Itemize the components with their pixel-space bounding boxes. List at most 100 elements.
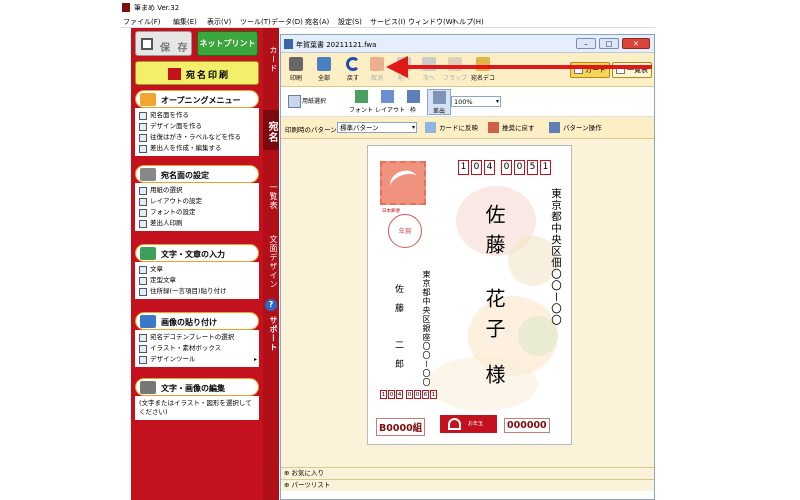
- menu-item-fixed-text[interactable]: 定型文章: [139, 275, 259, 286]
- parts-list-panel-toggle[interactable]: ⊕ パーツリスト: [281, 479, 654, 491]
- card-icon: [139, 220, 147, 228]
- menu-item-sender-print[interactable]: 差出人印刷: [139, 218, 259, 229]
- annotation-arrow: [386, 56, 652, 78]
- maximize-button[interactable]: □: [599, 38, 619, 49]
- menu-item-design-tool[interactable]: デザインツール ▸: [139, 354, 259, 365]
- fan-icon: [448, 418, 461, 430]
- tab-support[interactable]: サポート: [263, 316, 279, 352]
- font-button[interactable]: フォント: [349, 89, 373, 115]
- section-header[interactable]: 宛名面の設定: [135, 165, 259, 183]
- card-icon: [139, 123, 147, 131]
- template-icon: [139, 277, 147, 285]
- menu-item-deco-template[interactable]: 宛名デコテンプレートの選択: [139, 332, 259, 343]
- menu-data[interactable]: データ(D): [271, 17, 303, 27]
- all-button[interactable]: 全部: [311, 56, 337, 84]
- restore-default-button[interactable]: 推奨に戻す: [488, 121, 535, 135]
- menu-item-font[interactable]: フォントの設定: [139, 207, 259, 218]
- document-title: 年賀葉書 20211121.fwa: [296, 41, 377, 49]
- tab-design[interactable]: 文面デザイン: [263, 235, 279, 289]
- left-panel: 保 存 ネットプリント 宛名印刷 オープニングメニュー 宛名面を作る デザイン面…: [131, 28, 263, 500]
- menu-item-make-atena[interactable]: 宛名面を作る: [139, 110, 259, 121]
- tab-card[interactable]: カード: [263, 46, 279, 73]
- undo-button[interactable]: 戻す: [340, 56, 366, 84]
- menu-service[interactable]: サービス(I): [370, 17, 406, 27]
- pattern-toolbar: 印刷時のパターン 標準パターン ▾ カードに反映 推奨に戻す パターン操作: [281, 117, 654, 139]
- tab-atena[interactable]: 宛名: [263, 110, 279, 150]
- postcard[interactable]: 日本郵便 年賀 1 0 4 0 0 5 1 東京都中央区佃〇〇ー〇〇 佐藤 花子…: [367, 145, 572, 445]
- favorites-label: お気に入り: [291, 469, 325, 477]
- atena-print-button[interactable]: 宛名印刷: [135, 61, 259, 85]
- section-header[interactable]: オープニングメニュー: [135, 90, 259, 108]
- sender-zip-digit: 1: [430, 390, 437, 399]
- menu-edit[interactable]: 編集(E): [173, 17, 197, 27]
- expand-icon: ⊕: [284, 469, 290, 477]
- pattern-ops-icon: [549, 122, 560, 133]
- print-button[interactable]: 印刷: [283, 56, 309, 84]
- tab-list[interactable]: 一覧表: [263, 183, 279, 210]
- minimize-button[interactable]: –: [576, 38, 596, 49]
- palette-icon: [139, 356, 147, 364]
- item-label: 差出人を作成・編集する: [150, 144, 222, 152]
- zoom-select[interactable]: 100% ▾: [451, 96, 501, 107]
- menu-atena[interactable]: 宛名(A): [305, 17, 329, 27]
- item-label: 定型文章: [150, 276, 176, 284]
- chevron-down-icon: ▾: [411, 124, 415, 131]
- illust-icon: [139, 345, 147, 353]
- stamp-caption: 日本郵便: [382, 209, 400, 214]
- favorites-panel-toggle[interactable]: ⊕ お気に入り: [281, 467, 654, 479]
- btn-label: パターン操作: [563, 124, 602, 132]
- layout-button[interactable]: レイアウト: [375, 89, 405, 115]
- menu-window[interactable]: ウィンドウ(W): [408, 17, 455, 27]
- menu-tools[interactable]: ツール(T): [240, 17, 271, 27]
- close-button[interactable]: ✕: [622, 38, 650, 49]
- section-header[interactable]: 文字・文章の入力: [135, 244, 259, 262]
- menu-item-paper[interactable]: 用紙の選択: [139, 185, 259, 196]
- sender-button[interactable]: 差出: [427, 89, 451, 115]
- item-label: 文章: [150, 265, 163, 273]
- edit-icon: [140, 381, 156, 394]
- document-title-bar: 年賀葉書 20211121.fwa – □ ✕: [281, 35, 654, 53]
- netprint-button[interactable]: ネットプリント: [197, 31, 258, 56]
- pattern-select[interactable]: 標準パターン ▾: [337, 122, 417, 133]
- section-title: 画像の貼り付け: [161, 318, 217, 327]
- lottery-seal: お年玉: [440, 415, 497, 433]
- save-button[interactable]: 保 存: [135, 31, 192, 56]
- menu-item-illust-box[interactable]: イラスト・素材ボックス: [139, 343, 259, 354]
- zip-digit: 0: [514, 160, 525, 175]
- menu-item-text[interactable]: 文章: [139, 264, 259, 275]
- paper-icon: [139, 187, 147, 195]
- section-header[interactable]: 文字・画像の編集: [135, 378, 259, 396]
- item-label: レイアウトの設定: [150, 197, 202, 205]
- lottery-group-number: B0000組: [376, 418, 426, 436]
- nenga-mark: 年賀: [388, 214, 422, 248]
- help-icon[interactable]: ?: [265, 299, 277, 311]
- menu-file[interactable]: ファイル(F): [123, 17, 161, 27]
- image-icon: [140, 315, 156, 328]
- section-title: オープニングメニュー: [161, 96, 241, 105]
- zip-digit: 4: [484, 160, 495, 175]
- menu-item-make-design[interactable]: デザイン面を作る: [139, 121, 259, 132]
- menu-item-make-label[interactable]: 往復はがき・ラベルなどを作る: [139, 132, 259, 143]
- menu-help[interactable]: ヘルプ(H): [452, 17, 484, 27]
- section-title: 宛名面の設定: [161, 171, 209, 180]
- menu-settings[interactable]: 設定(S): [338, 17, 362, 27]
- recipient-honorific: 様: [482, 364, 506, 384]
- menu-item-layout[interactable]: レイアウトの設定: [139, 196, 259, 207]
- section-title: 文字・画像の編集: [161, 384, 225, 393]
- menu-item-edit-sender[interactable]: 差出人を作成・編集する: [139, 143, 259, 154]
- card-reflect-button[interactable]: カードに反映: [425, 121, 478, 135]
- paper-select-button[interactable]: 用紙選択: [286, 89, 336, 115]
- section-opening-menu: オープニングメニュー 宛名面を作る デザイン面を作る 往復はがき・ラベルなどを作…: [135, 90, 259, 156]
- section-edit: 文字・画像の編集 (文字またはイラスト・図形を選択してください): [135, 378, 259, 420]
- section-header[interactable]: 画像の貼り付け: [135, 312, 259, 330]
- layout-icon: [139, 198, 147, 206]
- frame-icon: [406, 90, 420, 103]
- app-title: 筆まめ Ver.32: [134, 4, 180, 12]
- menu-item-paste-address[interactable]: 住所録(一言項目)貼り付け: [139, 286, 259, 297]
- item-label: イラスト・素材ボックス: [150, 344, 222, 352]
- item-label: 差出人印刷: [150, 219, 183, 227]
- menu-view[interactable]: 表示(V): [207, 17, 231, 27]
- item-label: 宛名デコテンプレートの選択: [150, 333, 235, 341]
- pattern-ops-button[interactable]: パターン操作: [549, 121, 602, 135]
- frame-button[interactable]: 枠: [401, 89, 425, 115]
